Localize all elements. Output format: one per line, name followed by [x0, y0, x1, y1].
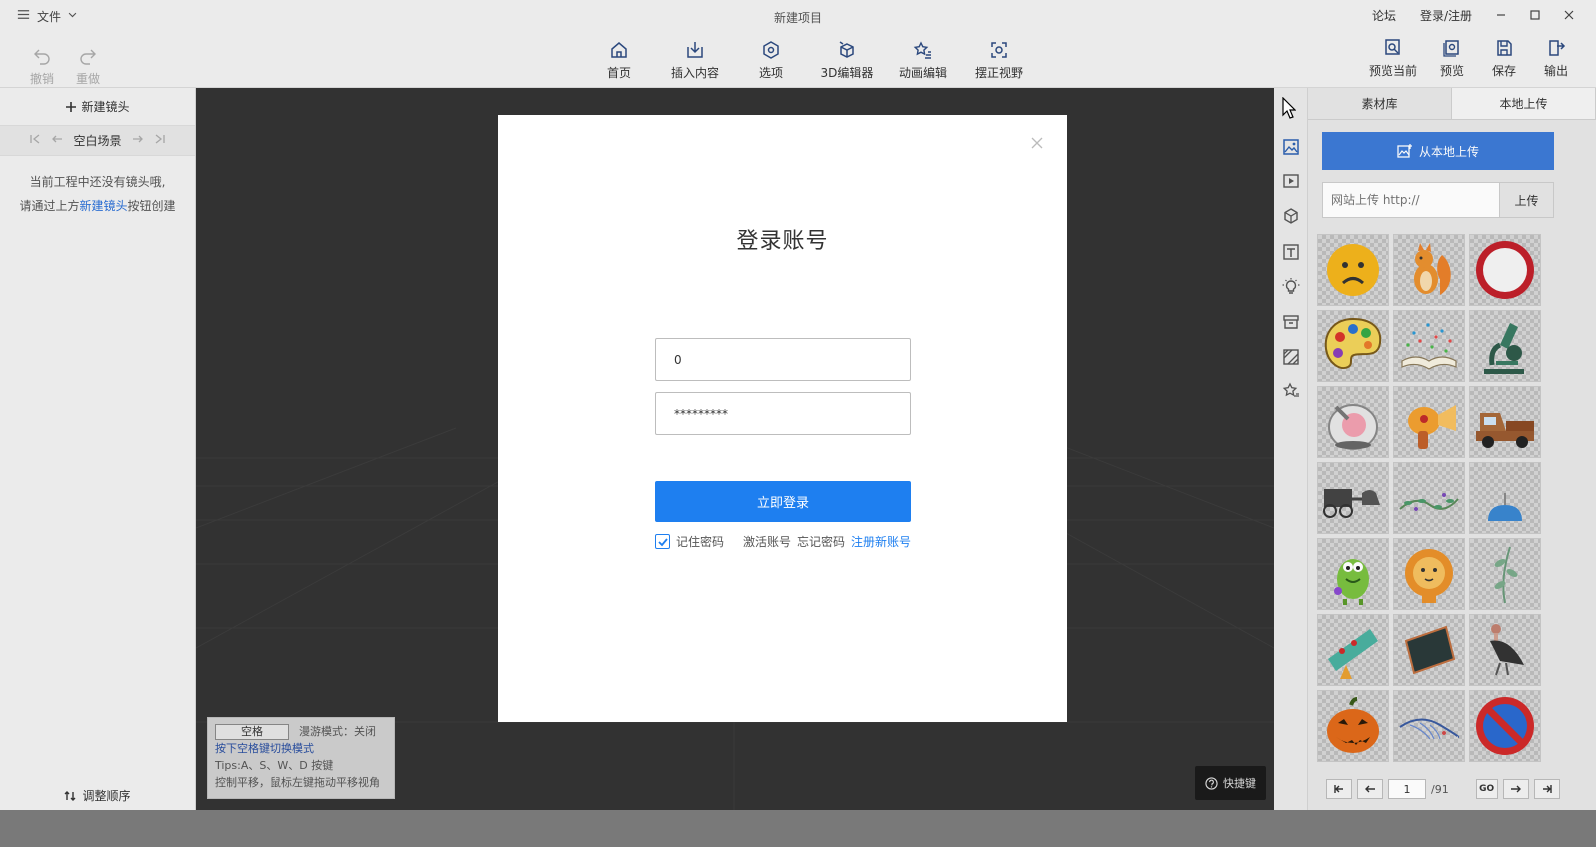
checkmark-icon: [657, 537, 668, 546]
login-options: 记住密码 激活账号 忘记密码 注册新账号: [655, 533, 911, 550]
account-links: 激活账号 忘记密码 注册新账号: [743, 533, 911, 550]
remember-password-checkbox[interactable]: 记住密码: [655, 533, 724, 550]
register-account-link[interactable]: 注册新账号: [851, 533, 911, 550]
close-icon: [1031, 137, 1043, 149]
mouse-cursor-icon: [1282, 97, 1296, 119]
checkbox-box: [655, 534, 670, 549]
login-button[interactable]: 立即登录: [655, 481, 911, 522]
remember-password-label: 记住密码: [676, 535, 725, 549]
forgot-password-link[interactable]: 忘记密码: [797, 533, 845, 550]
activate-account-link[interactable]: 激活账号: [743, 533, 791, 550]
login-title: 登录账号: [736, 229, 829, 254]
close-dialog-button[interactable]: [1029, 135, 1045, 151]
password-input[interactable]: [655, 392, 911, 435]
login-dialog: 登录账号 立即登录 记住密码 激活账号 忘记密码 注册新账号: [498, 115, 1067, 722]
username-input[interactable]: [655, 338, 911, 381]
